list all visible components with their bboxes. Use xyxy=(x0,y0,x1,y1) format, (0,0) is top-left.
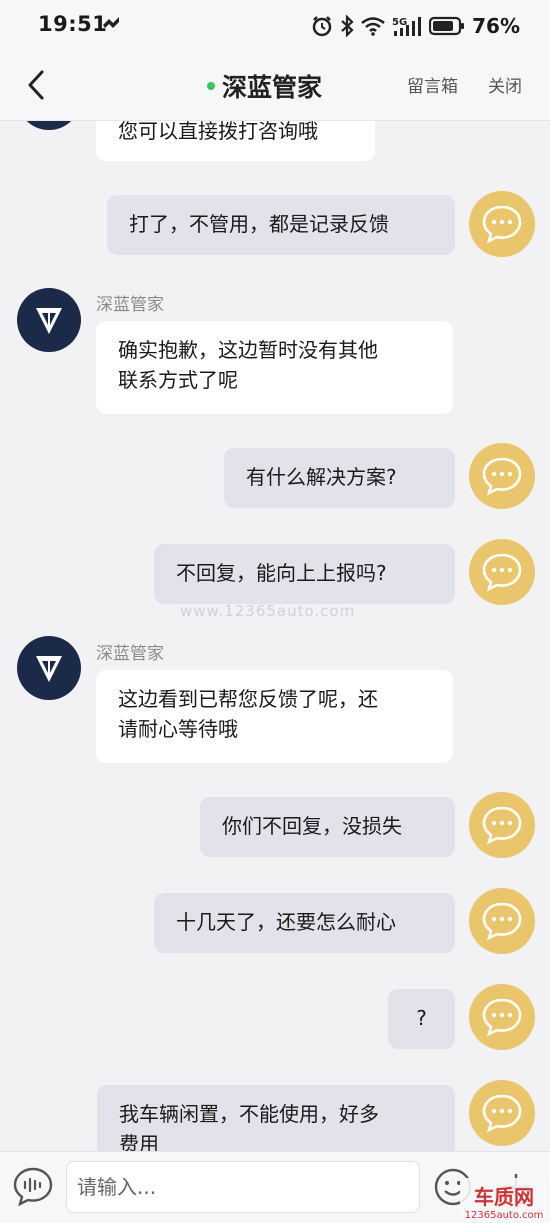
message-line: 请耐心等待哦 xyxy=(118,717,238,741)
message-line: 这边看到已帮您反馈了呢，还 xyxy=(118,687,378,711)
cellular-5g-icon: 5G xyxy=(392,17,422,36)
inbox-button[interactable]: 留言箱 xyxy=(407,72,458,97)
user-avatar xyxy=(469,984,535,1050)
back-icon[interactable] xyxy=(22,66,52,104)
svg-text:车质网: 车质网 xyxy=(474,1185,534,1209)
chat-bubble-icon xyxy=(482,457,522,496)
voice-icon[interactable] xyxy=(12,1166,54,1208)
message-line: 我车辆闲置，不能使用，好多 xyxy=(119,1102,379,1126)
message-bubble-user: 我车辆闲置，不能使用，好多 费用 xyxy=(97,1085,455,1151)
chat-header: 深蓝管家 留言箱 关闭 xyxy=(0,54,550,121)
chat-bubble-icon xyxy=(482,902,522,941)
user-avatar xyxy=(469,443,535,509)
sender-name: 深蓝管家 xyxy=(96,644,164,664)
notification-icon xyxy=(103,17,119,28)
message-bubble-agent: 您可以直接拨打咨询哦 xyxy=(96,121,375,161)
message-bubble-user: 打了，不管用，都是记录反馈 xyxy=(107,195,455,255)
message-bubble-user: 你们不回复，没损失 xyxy=(200,797,455,857)
status-bar: 19:51 5G 76% xyxy=(0,0,550,54)
message-bubble-agent: 确实抱歉，这边暂时没有其他 联系方式了呢 xyxy=(96,321,453,414)
title-group: 深蓝管家 xyxy=(207,68,322,104)
message-line: 确实抱歉，这边暂时没有其他 xyxy=(118,338,378,362)
message-bubble-user: ? xyxy=(388,989,455,1049)
user-avatar xyxy=(469,888,535,954)
chat-messages[interactable]: 您可以直接拨打咨询哦 打了，不管用，都是记录反馈 深蓝管家 确实抱歉，这边暂时没… xyxy=(0,121,550,1151)
chat-bubble-icon xyxy=(482,806,522,845)
message-bubble-user: 有什么解决方案? xyxy=(224,448,455,508)
user-avatar xyxy=(469,1080,535,1146)
wifi-icon xyxy=(361,17,385,36)
chat-bubble-icon xyxy=(482,553,522,592)
message-bubble-user: 不回复，能向上上报吗? xyxy=(154,544,455,604)
watermark: www.12365auto.com xyxy=(180,602,356,620)
message-line: 费用 xyxy=(119,1132,159,1151)
message-line: 联系方式了呢 xyxy=(118,368,238,392)
agent-avatar xyxy=(17,121,81,130)
user-avatar xyxy=(469,792,535,858)
battery-percent: 76% xyxy=(472,14,520,38)
online-indicator xyxy=(207,82,215,90)
user-avatar xyxy=(469,539,535,605)
close-button[interactable]: 关闭 xyxy=(488,72,522,97)
message-input[interactable] xyxy=(66,1161,420,1213)
status-time: 19:51 xyxy=(38,12,108,36)
deepal-logo-icon xyxy=(36,308,62,334)
agent-avatar xyxy=(17,288,81,352)
chat-bubble-icon xyxy=(482,1094,522,1133)
alarm-icon xyxy=(312,16,332,37)
agent-avatar xyxy=(17,636,81,700)
svg-text:12365auto.com: 12365auto.com xyxy=(465,1210,544,1221)
battery-icon xyxy=(429,16,465,36)
chat-bubble-icon xyxy=(482,998,522,1037)
site-logo: 车质网 12365auto.com xyxy=(460,1178,548,1222)
svg-text:5G: 5G xyxy=(392,17,407,28)
user-avatar xyxy=(469,191,535,257)
message-bubble-agent: 这边看到已帮您反馈了呢，还 请耐心等待哦 xyxy=(96,670,453,763)
bluetooth-icon xyxy=(341,15,354,37)
deepal-logo-icon xyxy=(36,656,62,682)
chat-bubble-icon xyxy=(482,205,522,244)
sender-name: 深蓝管家 xyxy=(96,295,164,315)
message-bubble-user: 十几天了，还要怎么耐心 xyxy=(154,893,455,953)
page-title: 深蓝管家 xyxy=(222,73,323,102)
status-icons: 5G 76% xyxy=(311,11,520,41)
